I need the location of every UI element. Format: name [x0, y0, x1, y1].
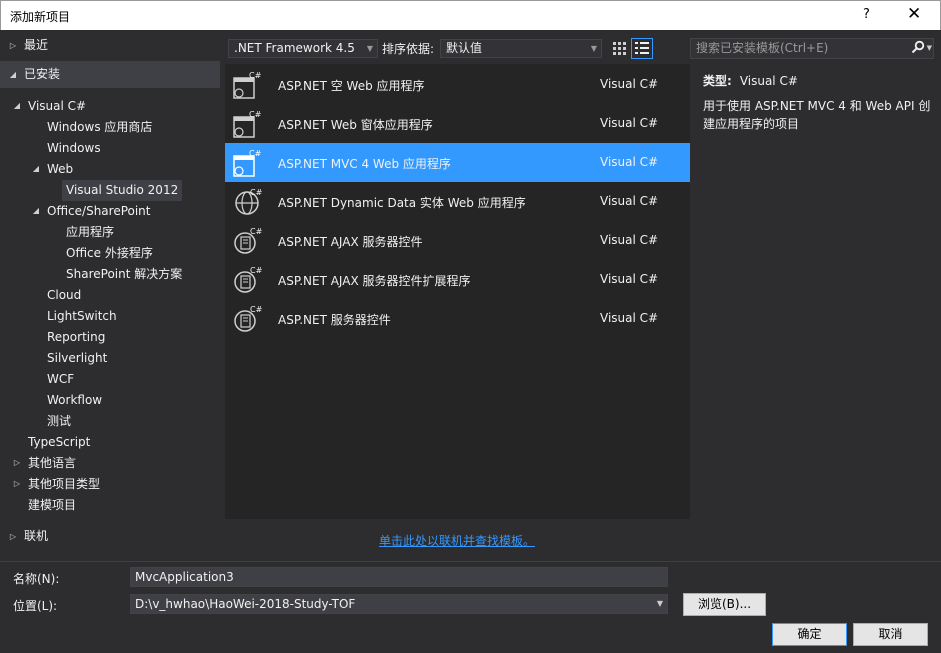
description-type-value: Visual C# [739, 74, 798, 88]
template-language: Visual C# [600, 155, 659, 169]
svg-text:C#: C# [250, 188, 262, 197]
tree-windows-store[interactable]: Windows 应用商店 [47, 117, 152, 138]
chevron-down-icon[interactable]: ▼ [927, 39, 932, 58]
expand-arrow-icon[interactable]: ▷ [8, 32, 18, 59]
tree-installed[interactable]: ◢ 已安装 [0, 61, 220, 88]
template-language: Visual C# [600, 233, 659, 247]
template-language: Visual C# [600, 77, 659, 91]
tree-office-addins[interactable]: Office 外接程序 [66, 243, 153, 264]
template-name: ASP.NET AJAX 服务器控件 [278, 235, 423, 249]
svg-text:C#: C# [249, 149, 262, 158]
location-label: 位置(L): [13, 599, 58, 613]
name-field[interactable]: MvcApplication3 [130, 567, 668, 587]
tree-cloud[interactable]: Cloud [47, 285, 81, 306]
template-list: C# ASP.NET 空 Web 应用程序 Visual C# C# ASP.N… [225, 64, 690, 519]
grid-view-icon[interactable] [609, 39, 629, 58]
empty-web-app-icon: C# [232, 70, 262, 100]
dynamic-data-icon: C# [232, 187, 263, 217]
template-name: ASP.NET Dynamic Data 实体 Web 应用程序 [278, 196, 526, 210]
tree-visual-csharp[interactable]: ◢ Visual C# [0, 96, 221, 117]
chevron-down-icon: ▼ [366, 44, 373, 53]
ok-button[interactable]: 确定 [772, 623, 847, 646]
template-name: ASP.NET MVC 4 Web 应用程序 [278, 157, 451, 171]
tree-test[interactable]: 测试 [47, 411, 71, 432]
expand-arrow-icon[interactable]: ▷ [8, 523, 18, 550]
name-label: 名称(N): [13, 572, 60, 586]
chevron-down-icon[interactable]: ▼ [657, 595, 663, 613]
collapse-arrow-icon[interactable]: ◢ [8, 61, 18, 88]
cancel-button[interactable]: 取消 [853, 623, 928, 646]
mvc-app-icon: C# [232, 148, 262, 178]
collapse-arrow-icon[interactable]: ◢ [31, 201, 41, 221]
tree-typescript[interactable]: TypeScript [28, 432, 90, 453]
svg-text:C#: C# [249, 110, 262, 119]
svg-text:C#: C# [249, 71, 262, 80]
sort-select[interactable]: 默认值 ▼ [440, 39, 602, 58]
template-name: ASP.NET AJAX 服务器控件扩展程序 [278, 274, 471, 288]
template-row[interactable]: C# ASP.NET AJAX 服务器控件扩展程序 Visual C# [225, 260, 690, 299]
tree-web[interactable]: ◢ Web [0, 159, 221, 180]
template-name: ASP.NET 服务器控件 [278, 313, 391, 327]
help-button[interactable]: ? [863, 7, 870, 22]
description-type: 类型: Visual C# [703, 72, 798, 89]
expand-arrow-icon[interactable]: ▷ [12, 474, 22, 494]
description-text: 用于使用 ASP.NET MVC 4 和 Web API 创建应用程序的项目 [703, 99, 931, 131]
template-name: ASP.NET 空 Web 应用程序 [278, 79, 425, 93]
tree-modeling-projects[interactable]: 建模项目 [28, 495, 76, 516]
svg-text:C#: C# [250, 305, 262, 314]
search-icon[interactable] [911, 40, 925, 60]
svg-text:C#: C# [250, 227, 262, 236]
tree-reporting[interactable]: Reporting [47, 327, 105, 348]
template-language: Visual C# [600, 194, 659, 208]
template-row[interactable]: C# ASP.NET 服务器控件 Visual C# [225, 299, 690, 338]
tree-lightswitch[interactable]: LightSwitch [47, 306, 117, 327]
tree-visual-studio-2012[interactable]: Visual Studio 2012 [62, 180, 183, 201]
tree-workflow[interactable]: Workflow [47, 390, 102, 411]
browse-button[interactable]: 浏览(B)... [683, 593, 766, 616]
template-language: Visual C# [600, 116, 659, 130]
template-tree: ▷ 最近 ◢ 已安装 ◢ Visual C# Windows 应用商店 Wind… [0, 30, 221, 557]
tree-office-sharepoint[interactable]: ◢ Office/SharePoint [0, 201, 221, 222]
template-language: Visual C# [600, 272, 659, 286]
tree-silverlight[interactable]: Silverlight [47, 348, 107, 369]
template-row[interactable]: C# ASP.NET AJAX 服务器控件 Visual C# [225, 221, 690, 260]
expand-arrow-icon[interactable]: ▷ [12, 453, 22, 473]
collapse-arrow-icon[interactable]: ◢ [12, 96, 22, 116]
tree-windows[interactable]: Windows [47, 138, 101, 159]
close-button[interactable]: ✕ [907, 4, 921, 24]
chevron-down-icon: ▼ [590, 44, 597, 53]
template-language: Visual C# [600, 311, 659, 325]
online-templates-link[interactable]: 单击此处以联机并查找模板。 [379, 532, 535, 549]
tree-wcf[interactable]: WCF [47, 369, 74, 390]
server-control-icon: C# [232, 304, 263, 334]
description-type-label: 类型: [703, 74, 732, 88]
list-view-icon[interactable] [631, 38, 653, 59]
template-row[interactable]: C# ASP.NET Dynamic Data 实体 Web 应用程序 Visu… [225, 182, 690, 221]
framework-select[interactable]: .NET Framework 4.5 ▼ [228, 39, 378, 58]
template-row[interactable]: C# ASP.NET 空 Web 应用程序 Visual C# [225, 65, 690, 104]
tree-sharepoint-solutions[interactable]: SharePoint 解决方案 [66, 264, 182, 285]
search-input[interactable]: 搜索已安装模板(Ctrl+E) ▼ [690, 38, 934, 59]
window-title: 添加新项目 [10, 10, 71, 24]
tree-other-project-types[interactable]: ▷ 其他项目类型 [0, 474, 221, 495]
project-form: 名称(N): MvcApplication3 位置(L): D:\v_hwhao… [0, 561, 941, 653]
svg-text:C#: C# [250, 266, 262, 275]
webforms-app-icon: C# [232, 109, 262, 139]
ajax-extender-icon: C# [232, 265, 263, 295]
template-row-selected[interactable]: C# ASP.NET MVC 4 Web 应用程序 Visual C# [225, 143, 690, 182]
tree-other-languages[interactable]: ▷ 其他语言 [0, 453, 221, 474]
sort-label: 排序依据: [382, 42, 435, 56]
template-name: ASP.NET Web 窗体应用程序 [278, 118, 433, 132]
location-field[interactable]: D:\v_hwhao\HaoWei-2018-Study-TOF ▼ [130, 594, 668, 614]
tree-apps[interactable]: 应用程序 [66, 222, 114, 243]
ajax-server-control-icon: C# [232, 226, 263, 256]
template-row[interactable]: C# ASP.NET Web 窗体应用程序 Visual C# [225, 104, 690, 143]
collapse-arrow-icon[interactable]: ◢ [31, 159, 41, 179]
title-bar: 添加新项目 ? ✕ [0, 0, 941, 30]
